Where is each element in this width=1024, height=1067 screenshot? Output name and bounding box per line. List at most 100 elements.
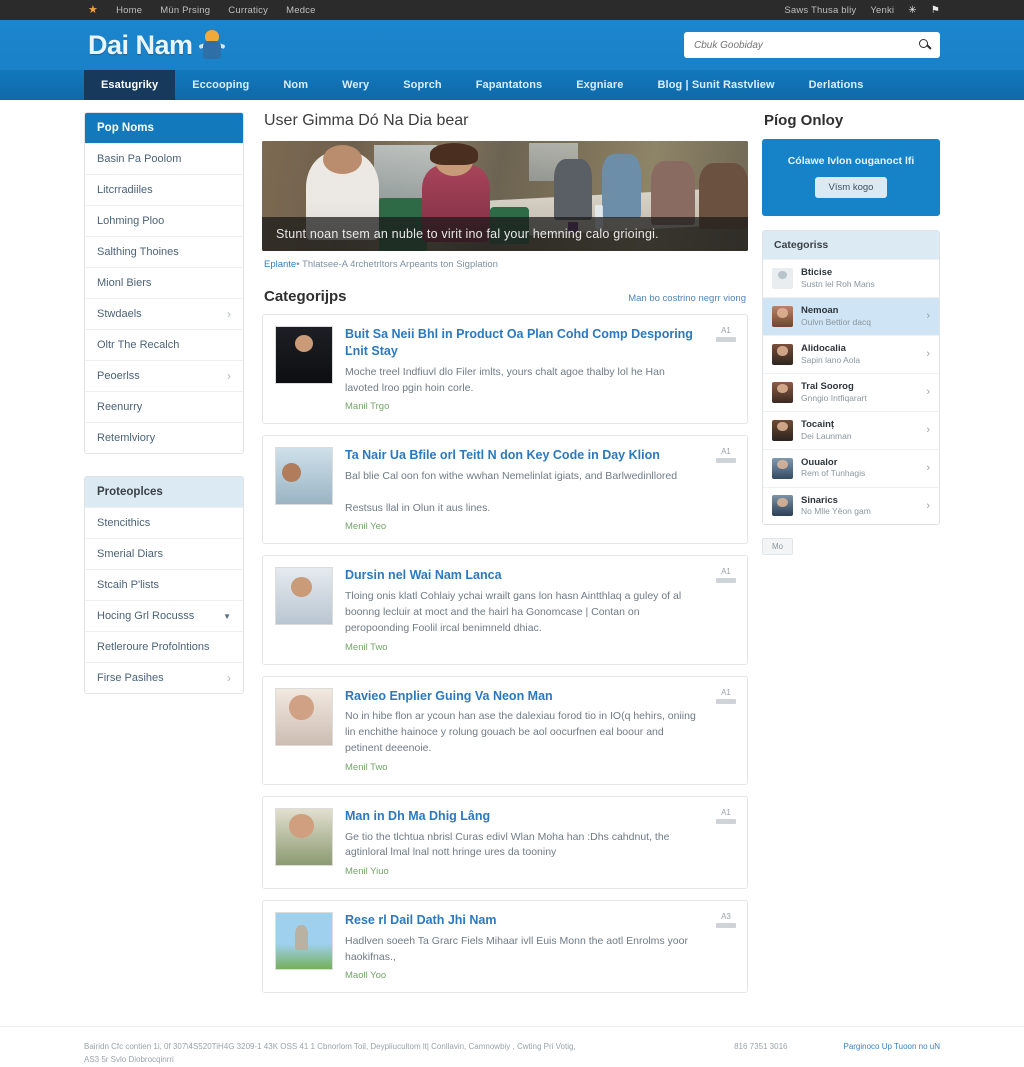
category-row-3[interactable]: Tral Soorog Gnngio Intfiqarart › — [763, 372, 939, 411]
hero-subline: Eplante• Thlatsee-A 4rchetrltors Arpeant… — [264, 259, 748, 270]
list-item[interactable]: Dursin nel Wai Nam Lanca Tloing onis kla… — [262, 555, 748, 665]
nav-item-1[interactable]: Eccooping — [175, 70, 266, 100]
sidebar2-item-0[interactable]: Stencithics — [85, 507, 243, 538]
item-description: Moche treel Indfiuvl dlo Filer imlts, yo… — [345, 365, 665, 394]
nav-item-4[interactable]: Soprch — [386, 70, 459, 100]
star-icon[interactable]: ✳ — [908, 5, 917, 16]
chevron-right-icon: › — [926, 386, 930, 399]
utility-link-0[interactable]: Home — [116, 5, 142, 16]
item-more-link[interactable]: Menil Yiuo — [345, 866, 701, 877]
nav-item-3[interactable]: Wery — [325, 70, 386, 100]
avatar — [772, 305, 793, 327]
hero-subline-link[interactable]: Eplante — [264, 259, 296, 270]
utility-link-1[interactable]: Mün Prsing — [160, 5, 210, 16]
nav-item-5[interactable]: Fapantatons — [459, 70, 560, 100]
sidebar2-item-4[interactable]: Retleroure Profolntions — [85, 631, 243, 662]
category-subtitle: Rem of Tunhagis — [801, 468, 866, 479]
utility-right-link-0[interactable]: Saws Thusa bliy — [784, 5, 856, 16]
status-badge: A1 — [716, 808, 736, 824]
sidebar-item-2[interactable]: Lohming Ploo — [85, 205, 243, 236]
page-body: Pop Noms Basin Pa Poolom Litcrradiiles L… — [0, 100, 1024, 1004]
list-item[interactable]: Man in Dh Ma Dhig Lâng Ge tio the tlchtu… — [262, 795, 748, 889]
category-subtitle: Sapin lano Aola — [801, 354, 861, 365]
sidebar-item-label: Hocing Grl Rocusss — [97, 610, 195, 622]
nav-item-6[interactable]: Exgniare — [559, 70, 640, 100]
sidebar-item-0[interactable]: Basin Pa Poolom — [85, 143, 243, 174]
search-input[interactable] — [692, 38, 919, 52]
brand-band: Dai Nam — [0, 20, 1024, 70]
list-item[interactable]: Rese rl Dail Dath Jhi Nam Hadlven soeeh … — [262, 900, 748, 994]
list-item[interactable]: Ta Nair Ua Bfile orl Teitl N don Key Cod… — [262, 435, 748, 545]
sidebar2-item-1[interactable]: Smerial Diars — [85, 538, 243, 569]
nav-item-7[interactable]: Blog | Sunit Rastvliew — [641, 70, 792, 100]
category-row-5[interactable]: Ouualor Rem of Tunhagis › — [763, 448, 939, 487]
sidebar-item-label: Stcaih P'lists — [97, 579, 160, 591]
panel-header: Proteoplces — [85, 477, 243, 507]
caret-down-icon: ▼ — [223, 611, 231, 621]
item-title[interactable]: Man in Dh Ma Dhig Lâng — [345, 808, 701, 825]
list-item[interactable]: Buit Sa Neii Bhl in Product Oa Plan Cohd… — [262, 314, 748, 425]
sidebar-item-5[interactable]: Stwdaels › — [85, 298, 243, 329]
sidebar2-item-2[interactable]: Stcaih P'lists — [85, 569, 243, 600]
search-box[interactable] — [684, 32, 940, 58]
sidebar-item-3[interactable]: Salthing Thoines — [85, 236, 243, 267]
nav-item-8[interactable]: Derlations — [792, 70, 881, 100]
promo-card[interactable]: Cólawe Ivlon ouganoct lfi Vïsm kogo — [762, 139, 940, 216]
sidebar-item-1[interactable]: Litcrradiiles — [85, 174, 243, 205]
sidebar-item-4[interactable]: Mionl Biers — [85, 267, 243, 298]
status-badge: A1 — [716, 326, 736, 342]
nav-item-2[interactable]: Nom — [266, 70, 325, 100]
sidebar-item-7[interactable]: Peoerlss › — [85, 360, 243, 391]
utility-link-2[interactable]: Curraticy — [228, 5, 268, 16]
item-description: Tloing onis klatl Cohlaiy ychai wrailt g… — [345, 590, 682, 634]
sidebar-item-label: Salthing Thoines — [97, 246, 179, 258]
footer-link[interactable]: Parginoco Up Tuoon no uN — [843, 1041, 940, 1054]
sidebar-item-label: Retemlviory — [97, 432, 156, 444]
brand-logo[interactable]: Dai Nam — [88, 30, 226, 61]
sidebar-item-label: Firse Pasihes — [97, 672, 164, 684]
item-more-link[interactable]: Menil Two — [345, 762, 701, 773]
category-row-6[interactable]: Sinarics No Mlle Yëon gam › — [763, 486, 939, 525]
status-badge: A3 — [716, 912, 736, 928]
chevron-right-icon: › — [926, 348, 930, 361]
item-title[interactable]: Rese rl Dail Dath Jhi Nam — [345, 912, 701, 929]
item-more-link[interactable]: Menil Two — [345, 642, 701, 653]
nav-item-0[interactable]: Esatugriky — [84, 70, 176, 100]
main-navigation: Esatugriky Eccooping Nom Wery Soprch Fap… — [0, 70, 1024, 100]
section-link[interactable]: Man bo costrino negrr viong — [628, 293, 746, 304]
search-icon[interactable] — [919, 38, 932, 52]
sidebar-item-label: Retleroure Profolntions — [97, 641, 210, 653]
sidebar-item-6[interactable]: Oltr The Recalch — [85, 329, 243, 360]
item-more-link[interactable]: Manil Trgo — [345, 401, 701, 412]
sidebar-item-8[interactable]: Reenurry — [85, 391, 243, 422]
item-more-link[interactable]: Maoll Yoo — [345, 970, 701, 981]
flag-icon[interactable]: ⚑ — [931, 5, 940, 16]
sidebar-item-9[interactable]: Retemlviory — [85, 422, 243, 453]
utility-right-link-1[interactable]: Yenki — [870, 5, 894, 16]
category-subtitle: Gnngio Intfiqarart — [801, 392, 867, 403]
hero-subline-rest: • Thlatsee-A 4rchetrltors Arpeants ton S… — [296, 259, 498, 270]
category-row-0[interactable]: Bticise Sustn lel Roh Mans — [763, 259, 939, 297]
sidebar2-item-5[interactable]: Firse Pasihes › — [85, 662, 243, 693]
item-title[interactable]: Ta Nair Ua Bfile orl Teitl N don Key Cod… — [345, 447, 701, 464]
item-title[interactable]: Buit Sa Neii Bhl in Product Oa Plan Cohd… — [345, 326, 701, 360]
panel-header: Pop Noms — [85, 113, 243, 143]
item-thumbnail — [275, 687, 333, 746]
category-name: Sinarics — [801, 494, 838, 506]
item-thumbnail — [275, 912, 333, 970]
item-more-link[interactable]: Menil Yeo — [345, 521, 701, 532]
category-row-4[interactable]: Tocainț Dei Launman › — [763, 410, 939, 449]
utility-link-3[interactable]: Medce — [286, 5, 316, 16]
category-row-1[interactable]: Nemoan Oulvn Bettior dacq › — [763, 296, 939, 335]
item-title[interactable]: Ravieo Enplier Guing Va Neon Man — [345, 688, 701, 705]
sidebar2-item-3[interactable]: Hocing Grl Rocusss ▼ — [85, 600, 243, 631]
sidebar-item-label: Smerial Diars — [97, 548, 164, 560]
badge-label: A1 — [721, 447, 731, 457]
list-item[interactable]: Ravieo Enplier Guing Va Neon Man No in h… — [262, 675, 748, 785]
more-button[interactable]: Mo — [762, 538, 794, 556]
item-title[interactable]: Dursin nel Wai Nam Lanca — [345, 567, 701, 584]
category-name: Alidocalia — [801, 342, 846, 354]
hero-banner[interactable]: Stunt noan tsem an nuble to virit ino fa… — [262, 141, 748, 251]
promo-button[interactable]: Vïsm kogo — [814, 177, 888, 198]
category-row-2[interactable]: Alidocalia Sapin lano Aola › — [763, 334, 939, 373]
